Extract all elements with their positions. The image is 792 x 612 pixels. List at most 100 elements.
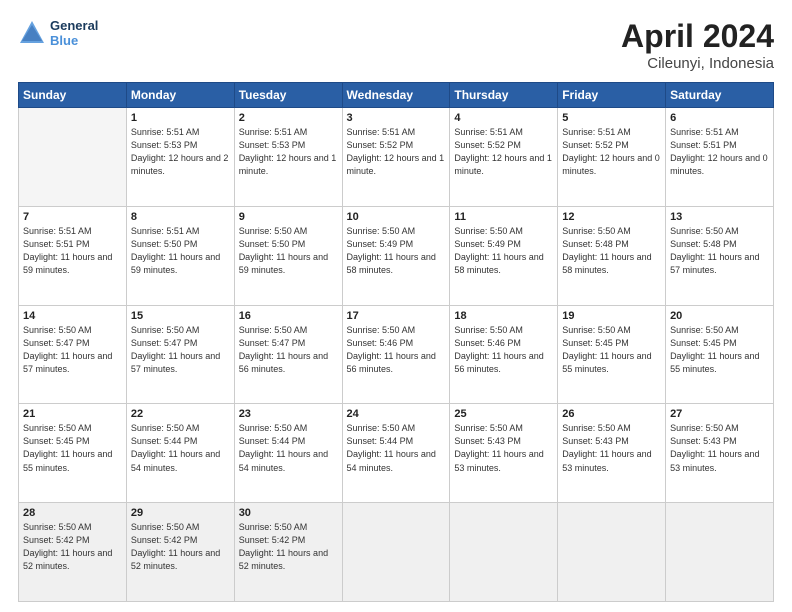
location: Cileunyi, Indonesia (621, 55, 774, 72)
day-number: 4 (454, 112, 553, 124)
calendar-cell: 7Sunrise: 5:51 AMSunset: 5:51 PMDaylight… (19, 206, 127, 305)
calendar-cell: 15Sunrise: 5:50 AMSunset: 5:47 PMDayligh… (126, 305, 234, 404)
day-number: 9 (239, 211, 338, 223)
day-detail: Sunrise: 5:50 AMSunset: 5:46 PMDaylight:… (347, 324, 446, 376)
day-number: 23 (239, 408, 338, 420)
day-detail: Sunrise: 5:50 AMSunset: 5:46 PMDaylight:… (454, 324, 553, 376)
calendar-header-thursday: Thursday (450, 83, 558, 108)
calendar-cell: 12 Sunrise: 5:50 AMSunset: 5:48 PMDayligh… (558, 206, 666, 305)
calendar-cell: 6 Sunrise: 5:51 AMSunset: 5:51 PMDaylight… (666, 108, 774, 207)
calendar-cell: 19 Sunrise: 5:50 AMSunset: 5:45 PMDayligh… (558, 305, 666, 404)
day-detail: Sunrise: 5:50 AMSunset: 5:47 PMDaylight:… (23, 324, 122, 376)
day-detail: Sunrise: 5:50 AMSunset: 5:47 PMDaylight:… (239, 324, 338, 376)
day-number: 5 (562, 112, 661, 124)
day-number: 17 (347, 310, 446, 322)
day-number: 1 (131, 112, 230, 124)
calendar-cell (342, 503, 450, 602)
calendar-cell: 2 Sunrise: 5:51 AMSunset: 5:53 PMDaylight… (234, 108, 342, 207)
day-detail: Sunrise: 5:50 AMSunset: 5:43 PMDaylight:… (454, 422, 553, 474)
logo-icon (18, 19, 46, 47)
calendar-cell: 18 Sunrise: 5:50 AMSunset: 5:46 PMDayligh… (450, 305, 558, 404)
calendar-cell: 23 Sunrise: 5:50 AMSunset: 5:44 PMDayligh… (234, 404, 342, 503)
header: General Blue April 2024 Cileunyi, Indone… (18, 18, 774, 72)
day-number: 25 (454, 408, 553, 420)
day-detail: Sunrise: 5:51 AMSunset: 5:52 PMDaylight:… (454, 126, 553, 178)
day-number: 15 (131, 310, 230, 322)
day-detail: Sunrise: 5:51 AMSunset: 5:51 PMDaylight:… (670, 126, 769, 178)
calendar-cell: 10Sunrise: 5:50 AMSunset: 5:49 PMDayligh… (342, 206, 450, 305)
day-number: 7 (23, 211, 122, 223)
day-number: 2 (239, 112, 338, 124)
calendar-cell: 11Sunrise: 5:50 AMSunset: 5:49 PMDayligh… (450, 206, 558, 305)
day-number: 12 (562, 211, 661, 223)
calendar-week-4: 21 Sunrise: 5:50 AMSunset: 5:45 PMDayligh… (19, 404, 774, 503)
calendar-cell: 4 Sunrise: 5:51 AMSunset: 5:52 PMDaylight… (450, 108, 558, 207)
day-number: 8 (131, 211, 230, 223)
calendar-cell: 17 Sunrise: 5:50 AMSunset: 5:46 PMDayligh… (342, 305, 450, 404)
day-detail: Sunrise: 5:51 AMSunset: 5:52 PMDaylight:… (562, 126, 661, 178)
calendar-cell: 16 Sunrise: 5:50 AMSunset: 5:47 PMDayligh… (234, 305, 342, 404)
day-detail: Sunrise: 5:50 AMSunset: 5:44 PMDaylight:… (239, 422, 338, 474)
day-detail: Sunrise: 5:50 AMSunset: 5:48 PMDaylight:… (562, 225, 661, 277)
day-detail: Sunrise: 5:50 AMSunset: 5:44 PMDaylight:… (347, 422, 446, 474)
calendar-cell: 8 Sunrise: 5:51 AMSunset: 5:50 PMDaylight… (126, 206, 234, 305)
calendar-cell: 22Sunrise: 5:50 AMSunset: 5:44 PMDayligh… (126, 404, 234, 503)
logo-text: General Blue (50, 18, 98, 48)
calendar-cell (450, 503, 558, 602)
month-year: April 2024 (621, 18, 774, 55)
calendar-cell: 24 Sunrise: 5:50 AMSunset: 5:44 PMDayligh… (342, 404, 450, 503)
day-number: 3 (347, 112, 446, 124)
calendar-week-1: 1 Sunrise: 5:51 AMSunset: 5:53 PMDaylight… (19, 108, 774, 207)
day-number: 6 (670, 112, 769, 124)
day-number: 19 (562, 310, 661, 322)
calendar-cell: 14 Sunrise: 5:50 AMSunset: 5:47 PMDayligh… (19, 305, 127, 404)
day-number: 14 (23, 310, 122, 322)
calendar-week-3: 14 Sunrise: 5:50 AMSunset: 5:47 PMDayligh… (19, 305, 774, 404)
day-detail: Sunrise: 5:51 AMSunset: 5:52 PMDaylight:… (347, 126, 446, 178)
calendar-cell: 29Sunrise: 5:50 AMSunset: 5:42 PMDayligh… (126, 503, 234, 602)
calendar-cell: 27Sunrise: 5:50 AMSunset: 5:43 PMDayligh… (666, 404, 774, 503)
day-number: 22 (131, 408, 230, 420)
day-number: 24 (347, 408, 446, 420)
day-detail: Sunrise: 5:50 AMSunset: 5:43 PMDaylight:… (670, 422, 769, 474)
day-detail: Sunrise: 5:51 AMSunset: 5:53 PMDaylight:… (239, 126, 338, 178)
calendar-cell: 30Sunrise: 5:50 AMSunset: 5:42 PMDayligh… (234, 503, 342, 602)
calendar-cell: 5 Sunrise: 5:51 AMSunset: 5:52 PMDaylight… (558, 108, 666, 207)
calendar-cell: 1 Sunrise: 5:51 AMSunset: 5:53 PMDaylight… (126, 108, 234, 207)
day-detail: Sunrise: 5:50 AMSunset: 5:42 PMDaylight:… (239, 521, 338, 573)
day-detail: Sunrise: 5:51 AMSunset: 5:50 PMDaylight:… (131, 225, 230, 277)
calendar-cell (19, 108, 127, 207)
calendar-week-2: 7Sunrise: 5:51 AMSunset: 5:51 PMDaylight… (19, 206, 774, 305)
title-block: April 2024 Cileunyi, Indonesia (621, 18, 774, 72)
day-detail: Sunrise: 5:51 AMSunset: 5:53 PMDaylight:… (131, 126, 230, 178)
day-number: 16 (239, 310, 338, 322)
day-number: 29 (131, 507, 230, 519)
day-detail: Sunrise: 5:50 AMSunset: 5:45 PMDaylight:… (23, 422, 122, 474)
calendar-cell: 28 Sunrise: 5:50 AMSunset: 5:42 PMDayligh… (19, 503, 127, 602)
day-number: 10 (347, 211, 446, 223)
day-number: 13 (670, 211, 769, 223)
calendar-week-5: 28 Sunrise: 5:50 AMSunset: 5:42 PMDayligh… (19, 503, 774, 602)
calendar-table: SundayMondayTuesdayWednesdayThursdayFrid… (18, 82, 774, 602)
logo: General Blue (18, 18, 98, 48)
calendar-cell: 25 Sunrise: 5:50 AMSunset: 5:43 PMDayligh… (450, 404, 558, 503)
calendar-header-row: SundayMondayTuesdayWednesdayThursdayFrid… (19, 83, 774, 108)
day-number: 18 (454, 310, 553, 322)
day-number: 20 (670, 310, 769, 322)
day-detail: Sunrise: 5:50 AMSunset: 5:42 PMDaylight:… (23, 521, 122, 573)
day-number: 21 (23, 408, 122, 420)
day-detail: Sunrise: 5:50 AMSunset: 5:43 PMDaylight:… (562, 422, 661, 474)
day-detail: Sunrise: 5:50 AMSunset: 5:45 PMDaylight:… (670, 324, 769, 376)
calendar-header-monday: Monday (126, 83, 234, 108)
day-number: 28 (23, 507, 122, 519)
day-detail: Sunrise: 5:50 AMSunset: 5:49 PMDaylight:… (454, 225, 553, 277)
day-detail: Sunrise: 5:50 AMSunset: 5:45 PMDaylight:… (562, 324, 661, 376)
calendar-cell: 9Sunrise: 5:50 AMSunset: 5:50 PMDaylight… (234, 206, 342, 305)
calendar-cell: 26Sunrise: 5:50 AMSunset: 5:43 PMDayligh… (558, 404, 666, 503)
calendar-header-tuesday: Tuesday (234, 83, 342, 108)
calendar-cell: 21 Sunrise: 5:50 AMSunset: 5:45 PMDayligh… (19, 404, 127, 503)
calendar-header-sunday: Sunday (19, 83, 127, 108)
calendar-header-saturday: Saturday (666, 83, 774, 108)
day-detail: Sunrise: 5:50 AMSunset: 5:48 PMDaylight:… (670, 225, 769, 277)
calendar-cell: 20 Sunrise: 5:50 AMSunset: 5:45 PMDayligh… (666, 305, 774, 404)
